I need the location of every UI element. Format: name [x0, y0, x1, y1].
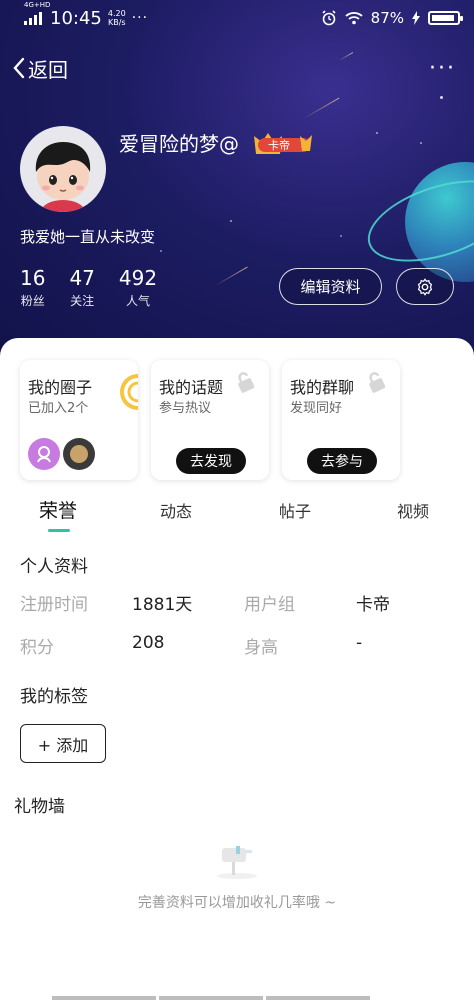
card-title: 我的话题 — [159, 378, 224, 397]
field-value-register-time: 1881天 — [132, 595, 193, 615]
field-value-user-group: 卡帝 — [356, 595, 390, 615]
gift-wall-title: 礼物墙 — [14, 797, 65, 817]
notification-dots: ··· — [131, 10, 149, 26]
join-button[interactable]: 去参与 — [307, 448, 377, 474]
tab-honors[interactable]: 荣誉 — [39, 496, 77, 523]
circle-ring-icon — [120, 374, 138, 410]
tab-posts[interactable]: 帖子 — [279, 498, 311, 522]
nav-bar: 返回 ··· — [0, 48, 474, 88]
my-circles-card[interactable]: 我的圈子 已加入2个 — [20, 360, 138, 480]
gift-wall-empty-text: 完善资料可以增加收礼几率哦 ~ — [137, 895, 337, 911]
alarm-icon — [322, 10, 336, 26]
cell-signal-icon: 4G+HD — [24, 1, 50, 25]
avatar[interactable] — [20, 126, 106, 212]
vip-badge-label: 卡帝 — [268, 139, 290, 152]
field-label-points: 积分 — [20, 638, 54, 658]
card-subtitle: 参与热议 — [159, 401, 212, 416]
my-tags-title: 我的标签 — [20, 687, 88, 707]
chevron-left-icon — [13, 57, 25, 79]
field-label-register-time: 注册时间 — [20, 595, 88, 615]
my-groups-card[interactable]: 我的群聊 发现同好 去参与 — [282, 360, 400, 480]
stat-fans[interactable]: 16 粉丝 — [20, 266, 45, 309]
profile-content-sheet: 我的圈子 已加入2个 我的话题 参与热议 去发现 我的群聊 发现同好 去参与 荣… — [0, 338, 474, 1000]
stat-popularity[interactable]: 492 人气 — [119, 266, 157, 309]
card-subtitle: 已加入2个 — [28, 401, 89, 416]
battery-percent: 87% — [370, 9, 404, 27]
status-bar: 4G+HD 10:45 4.20 KB/s ··· 87% — [0, 0, 474, 36]
field-value-points: 208 — [132, 633, 165, 653]
lock-icon — [238, 372, 255, 393]
bottom-bar-divider — [52, 996, 370, 1000]
wifi-icon — [345, 12, 363, 25]
settings-button[interactable] — [396, 268, 454, 305]
card-subtitle: 发现同好 — [290, 401, 343, 416]
back-button[interactable]: 返回 — [12, 54, 68, 83]
card-title: 我的圈子 — [28, 378, 93, 397]
active-tab-indicator — [48, 529, 70, 532]
lock-icon — [369, 372, 386, 393]
field-label-height: 身高 — [244, 638, 278, 658]
tab-activity[interactable]: 动态 — [160, 498, 192, 522]
battery-icon — [428, 11, 463, 25]
stat-following[interactable]: 47 关注 — [69, 266, 94, 309]
profile-tabs: 荣誉 动态 帖子 视频 — [0, 496, 474, 536]
empty-mailbox-icon — [217, 846, 257, 879]
avatar-illustration — [35, 142, 91, 212]
card-title: 我的群聊 — [290, 378, 355, 397]
my-topics-card[interactable]: 我的话题 参与热议 去发现 — [151, 360, 269, 480]
network-speed: 4.20 KB/s — [107, 9, 126, 27]
user-bio: 我爱她一直从未改变 — [20, 228, 156, 246]
gear-icon — [417, 277, 433, 296]
back-label: 返回 — [28, 57, 68, 82]
circle-avatar-1 — [28, 438, 60, 470]
personal-info-title: 个人资料 — [20, 557, 88, 577]
charging-icon — [412, 11, 420, 25]
circle-avatar-2 — [63, 438, 95, 470]
discover-button[interactable]: 去发现 — [176, 448, 246, 474]
more-options-button[interactable]: ··· — [429, 56, 456, 81]
user-stats: 16 粉丝 47 关注 492 人气 — [20, 266, 157, 309]
field-label-user-group: 用户组 — [244, 595, 295, 615]
vip-badge: 卡帝 — [250, 130, 316, 160]
tab-videos[interactable]: 视频 — [397, 498, 429, 522]
status-time: 10:45 — [50, 7, 102, 29]
field-value-height: - — [356, 633, 363, 653]
username: 爱冒险的梦@ — [119, 132, 239, 156]
edit-profile-button[interactable]: 编辑资料 — [279, 268, 382, 305]
add-tag-button[interactable]: + 添加 — [20, 724, 106, 763]
